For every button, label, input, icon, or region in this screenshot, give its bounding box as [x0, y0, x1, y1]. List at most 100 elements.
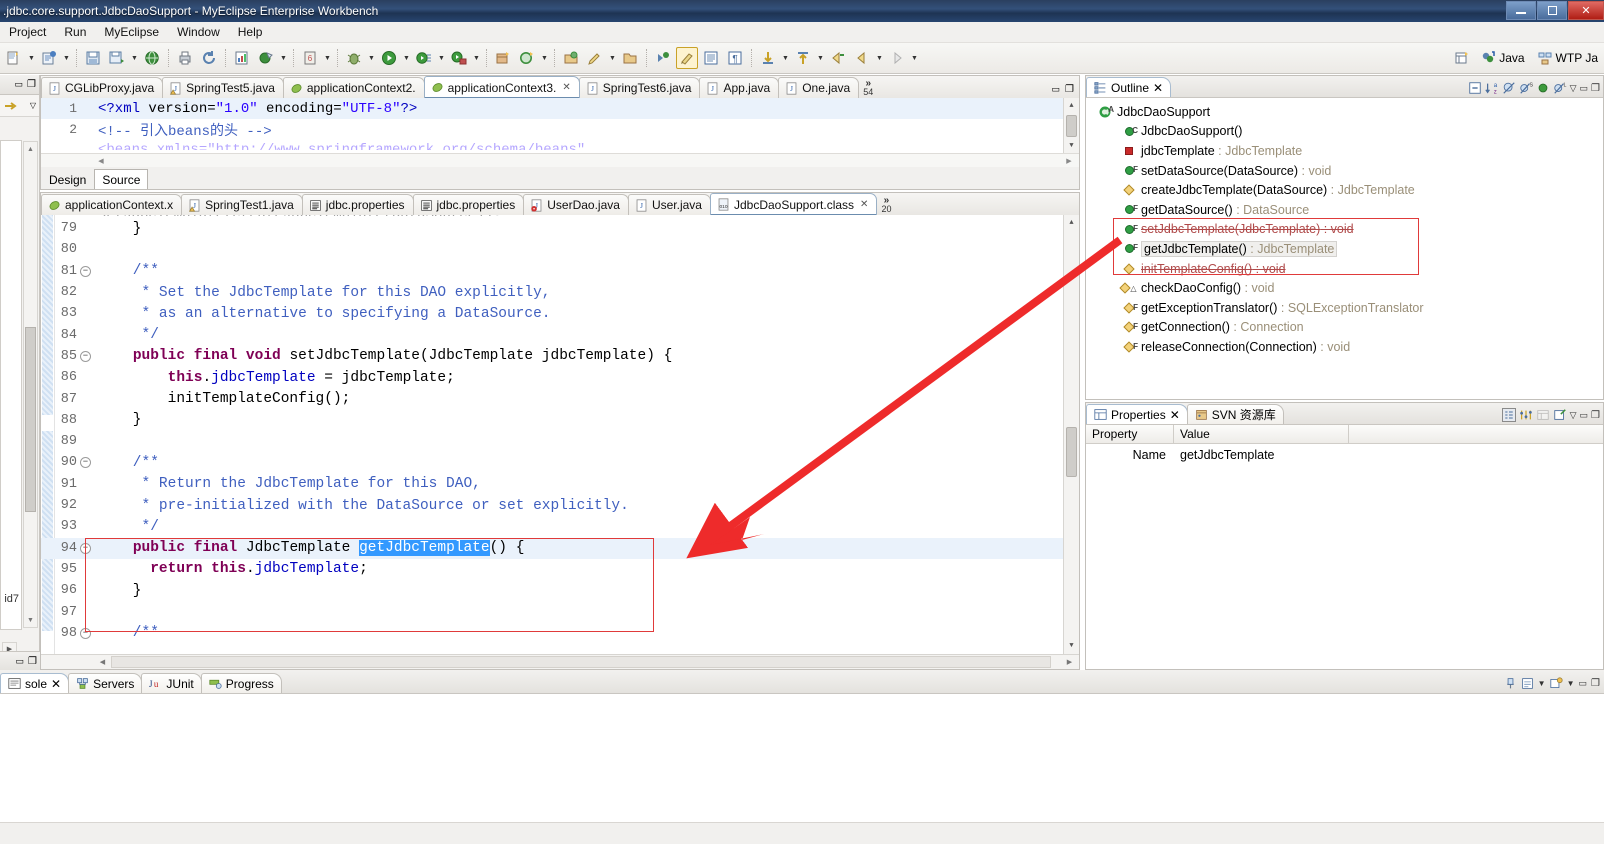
- outline-item-4[interactable]: FgetDataSource() : DataSource: [1086, 200, 1603, 220]
- scroll-left-icon[interactable]: ◀: [95, 154, 107, 167]
- outline-item-5[interactable]: FsetJdbcTemplate(JdbcTemplate) : void: [1086, 220, 1603, 240]
- editor-tab-2[interactable]: applicationContext2.: [283, 77, 425, 98]
- save-all-dropdown-icon[interactable]: ▼: [129, 47, 140, 69]
- code-line[interactable]: 92 * pre-initialized with the DataSource…: [41, 495, 1063, 516]
- tab-outline[interactable]: Outline ✕: [1086, 77, 1171, 97]
- back-dropdown-icon[interactable]: ▼: [874, 47, 885, 69]
- web-browser-icon[interactable]: [141, 47, 163, 69]
- scroll-down-icon[interactable]: ▼: [1064, 638, 1079, 654]
- editor-tab-0[interactable]: JCGLibProxy.java: [41, 77, 163, 98]
- minimize-icon[interactable]: ▭: [1579, 678, 1588, 689]
- maximize-icon[interactable]: ❐: [1591, 678, 1600, 689]
- tab-junit[interactable]: JuJUnit: [141, 673, 201, 693]
- code-line[interactable]: 86 this.jdbcTemplate = jdbcTemplate;: [41, 367, 1063, 388]
- menu-myeclipse[interactable]: MyEclipse: [95, 23, 168, 41]
- editor-tab-4[interactable]: JUserDao.java: [523, 194, 629, 215]
- code-line[interactable]: 95 return this.jdbcTemplate;: [41, 559, 1063, 580]
- editor-tab-6[interactable]: JOne.java: [778, 77, 859, 98]
- new-wizard-dropdown-icon[interactable]: ▼: [26, 47, 37, 69]
- outline-item-0[interactable]: CJdbcDaoSupport(): [1086, 122, 1603, 142]
- editor-tab-5[interactable]: JApp.java: [699, 77, 779, 98]
- outline-item-7[interactable]: initTemplateConfig() : void: [1086, 259, 1603, 279]
- close-icon[interactable]: ✕: [51, 677, 61, 691]
- menu-run[interactable]: Run: [55, 23, 95, 41]
- fold-toggle-icon[interactable]: −: [80, 543, 91, 554]
- back-icon[interactable]: [827, 47, 849, 69]
- code-line[interactable]: 80: [41, 239, 1063, 260]
- tab-overflow-indicator[interactable]: »54: [858, 77, 878, 98]
- previous-edit-dropdown-icon[interactable]: ▼: [815, 47, 826, 69]
- outline-item-9[interactable]: FgetExceptionTranslator() : SQLException…: [1086, 298, 1603, 318]
- deploy-dropdown-icon[interactable]: ▼: [278, 47, 289, 69]
- forward-icon[interactable]: [886, 47, 908, 69]
- save-icon[interactable]: [82, 47, 104, 69]
- console-output-area[interactable]: [0, 694, 1604, 822]
- code-line[interactable]: 90− /**: [41, 452, 1063, 473]
- maximize-icon[interactable]: ❐: [28, 656, 37, 667]
- tab-sole[interactable]: sole✕: [0, 673, 69, 693]
- forward-dropdown-icon[interactable]: ▼: [909, 47, 920, 69]
- editor-tab-5[interactable]: JUser.java: [628, 194, 711, 215]
- run-external-tools-icon[interactable]: [448, 47, 470, 69]
- scroll-thumb[interactable]: [1066, 427, 1077, 477]
- table-row[interactable]: Name getJdbcTemplate: [1086, 444, 1603, 465]
- outline-item-8[interactable]: △checkDaoConfig() : void: [1086, 278, 1603, 298]
- search-icon[interactable]: [584, 47, 606, 69]
- minimize-icon[interactable]: ▭: [1580, 410, 1589, 421]
- minimize-icon[interactable]: ▭: [16, 656, 25, 667]
- hide-local-types-icon[interactable]: L: [1553, 81, 1567, 95]
- sort-alphabetical-icon[interactable]: az: [1485, 81, 1499, 95]
- tab-overflow-indicator[interactable]: »20: [876, 194, 896, 215]
- debug-dropdown-icon[interactable]: ▼: [366, 47, 377, 69]
- hide-nonpublic-icon[interactable]: [1536, 81, 1550, 95]
- show-advanced-icon[interactable]: [1519, 408, 1533, 422]
- left-panel-vscrollbar[interactable]: ▲ ▼: [23, 141, 38, 628]
- main-editor-vscrollbar[interactable]: ▲ ▼: [1063, 215, 1079, 654]
- new-class-dropdown-icon[interactable]: ▼: [539, 47, 550, 69]
- editor-tab-0[interactable]: applicationContext.x: [41, 194, 182, 215]
- menu-help[interactable]: Help: [229, 23, 272, 41]
- close-icon[interactable]: ✕: [860, 199, 868, 210]
- close-icon[interactable]: ✕: [562, 82, 570, 93]
- maximize-icon[interactable]: ❐: [1591, 83, 1600, 94]
- minimize-button[interactable]: [1506, 1, 1536, 20]
- database-dropdown-icon[interactable]: ▼: [322, 47, 333, 69]
- tab-properties[interactable]: Properties✕: [1086, 404, 1188, 424]
- run-icon[interactable]: [378, 47, 400, 69]
- code-line[interactable]: 83 * as an alternative to specifying a D…: [41, 303, 1063, 324]
- code-line[interactable]: 79 }: [41, 218, 1063, 239]
- toggle-mark-occurrences-icon[interactable]: [676, 47, 698, 69]
- scroll-thumb[interactable]: [25, 327, 36, 512]
- editor-tab-4[interactable]: JSpringTest6.java: [579, 77, 701, 98]
- fold-toggle-icon[interactable]: −: [80, 628, 91, 639]
- minimize-icon[interactable]: ▭: [1580, 83, 1589, 94]
- pin-properties-icon[interactable]: [1553, 408, 1567, 422]
- code-line[interactable]: 91 * Return the JdbcTemplate for this DA…: [41, 474, 1063, 495]
- code-line[interactable]: 93 */: [41, 516, 1063, 537]
- editor-tab-3[interactable]: applicationContext3.✕: [424, 76, 580, 98]
- page-tab-source[interactable]: Source: [94, 169, 148, 189]
- run-history-dropdown-icon[interactable]: ▼: [436, 47, 447, 69]
- show-categories-icon[interactable]: [1502, 408, 1516, 422]
- scroll-thumb[interactable]: [111, 656, 1051, 668]
- open-perspective-icon[interactable]: [1451, 47, 1473, 69]
- code-line[interactable]: 82 * Set the JdbcTemplate for this DAO e…: [41, 282, 1063, 303]
- next-annotation-icon[interactable]: [652, 47, 674, 69]
- run-external-dropdown-icon[interactable]: ▼: [471, 47, 482, 69]
- main-editor-code-area[interactable]: setJdbcTemplate(createJdbcTemplate(dataS…: [41, 215, 1079, 654]
- scroll-left-icon[interactable]: ◀: [95, 655, 110, 669]
- editor-tab-1[interactable]: JSpringTest5.java: [162, 77, 284, 98]
- editor-tab-6[interactable]: 010JdbcDaoSupport.class✕: [710, 193, 877, 215]
- code-line[interactable]: 81− /**: [41, 261, 1063, 282]
- toggle-block-selection-icon[interactable]: [700, 47, 722, 69]
- link-with-editor-icon[interactable]: [3, 98, 19, 114]
- open-console-dropdown-icon[interactable]: ▼: [1567, 679, 1575, 688]
- close-button[interactable]: ✕: [1568, 1, 1604, 20]
- new-package-icon[interactable]: [492, 47, 514, 69]
- debug-icon[interactable]: [343, 47, 365, 69]
- top-editor-hscrollbar[interactable]: ◀ ▶: [41, 153, 1079, 167]
- scroll-down-icon[interactable]: ▼: [1064, 138, 1079, 154]
- close-icon[interactable]: ✕: [1170, 408, 1180, 422]
- scroll-up-icon[interactable]: ▲: [1064, 215, 1079, 231]
- open-type-icon[interactable]: [560, 47, 582, 69]
